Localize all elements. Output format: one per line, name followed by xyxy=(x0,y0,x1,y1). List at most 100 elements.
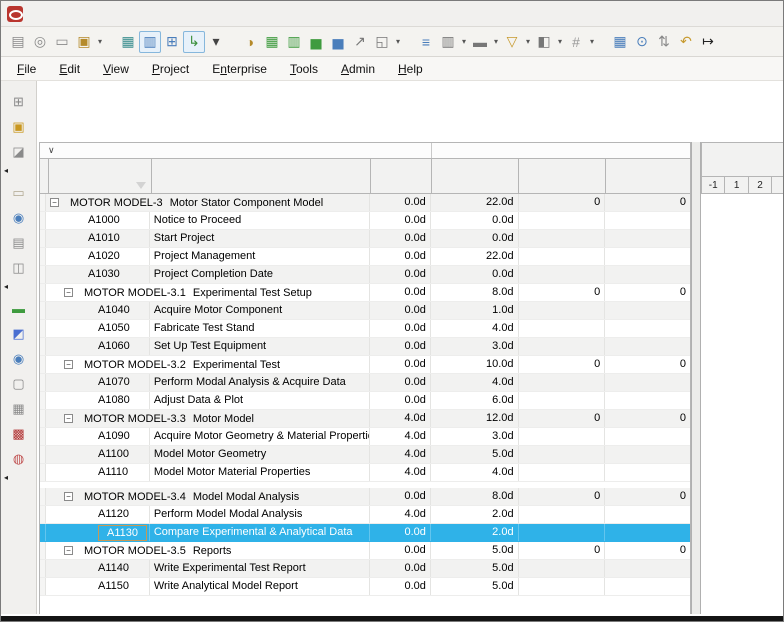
usage-spreadsheet-icon[interactable]: ▥ xyxy=(283,31,305,53)
column-header-udf-finish-day[interactable] xyxy=(606,159,690,193)
activity-table-icon[interactable]: ▦ xyxy=(261,31,283,53)
tracking-view-icon[interactable]: ▦ xyxy=(8,398,30,419)
undo-icon[interactable]: ↶ xyxy=(675,31,697,53)
collapse-arrow-icon[interactable]: ◂ xyxy=(4,282,8,294)
dropdown-caret-icon[interactable]: ▾ xyxy=(459,37,469,46)
menu-admin[interactable]: Admin xyxy=(341,62,375,76)
activity-row[interactable]: A1090Acquire Motor Geometry & Material P… xyxy=(40,428,690,446)
filters-icon[interactable]: ▽ xyxy=(501,31,523,53)
activity-network-view-icon[interactable]: ⊞ xyxy=(161,31,183,53)
dropdown-caret-icon[interactable]: ▾ xyxy=(95,37,105,46)
activity-name-cell: Model Motor Geometry xyxy=(150,446,370,463)
activity-row[interactable]: A1010Start Project0.0d0.0d xyxy=(40,230,690,248)
layout-options-bar[interactable]: ∨ xyxy=(39,142,691,159)
notebook-icon[interactable]: ▤ xyxy=(8,232,30,253)
menu-project[interactable]: Project xyxy=(152,62,189,76)
activity-row[interactable]: A1150Write Analytical Model Report0.0d5.… xyxy=(40,578,690,596)
wbs-row[interactable]: −MOTOR MODEL-3Motor Stator Component Mod… xyxy=(40,194,690,212)
dropdown-caret-icon[interactable]: ▾ xyxy=(555,37,565,46)
resources-view-icon[interactable]: ◉ xyxy=(8,348,30,369)
collapse-box-icon[interactable]: − xyxy=(64,546,73,555)
activities-view-icon[interactable]: ▬ xyxy=(8,298,30,319)
collapse-arrow-icon[interactable]: ◂ xyxy=(4,473,8,485)
page-setup-icon[interactable]: ▭ xyxy=(51,31,73,53)
menu-tools[interactable]: Tools xyxy=(290,62,318,76)
wbs-row[interactable]: −MOTOR MODEL-3.4Model Modal Analysis0.0d… xyxy=(40,488,690,506)
page-edit-icon[interactable]: ◪ xyxy=(8,141,30,162)
column-header-total-float[interactable] xyxy=(371,159,432,193)
progress-spotlight-icon[interactable]: ◑ xyxy=(239,31,261,53)
collapse-box-icon[interactable]: − xyxy=(50,198,59,207)
reports-view-icon[interactable]: ▢ xyxy=(8,373,30,394)
menu-help[interactable]: Help xyxy=(398,62,423,76)
menu-enterprise[interactable]: Enterprise xyxy=(212,62,267,76)
activity-row[interactable]: A1100Model Motor Geometry4.0d5.0d xyxy=(40,446,690,464)
view-options-icon[interactable]: ▾ xyxy=(205,31,227,53)
level-resources-icon[interactable]: ⇅ xyxy=(653,31,675,53)
gantt-view-icon[interactable]: ▥ xyxy=(139,31,161,53)
progress-line-icon[interactable]: ↦ xyxy=(697,31,719,53)
activity-row[interactable]: A1110Model Motor Material Properties4.0d… xyxy=(40,464,690,482)
activity-row[interactable]: A1070Perform Modal Analysis & Acquire Da… xyxy=(40,374,690,392)
wbs-row[interactable]: −MOTOR MODEL-3.5Reports0.0d5.0d00 xyxy=(40,542,690,560)
collapse-box-icon[interactable]: − xyxy=(64,288,73,297)
collapse-box-icon[interactable]: − xyxy=(64,414,73,423)
resource-icon[interactable]: ◉ xyxy=(8,207,30,228)
print-icon[interactable]: ▤ xyxy=(7,31,29,53)
send-view-icon[interactable]: ↗ xyxy=(349,31,371,53)
activity-row[interactable]: A1050Fabricate Test Stand0.0d4.0d xyxy=(40,320,690,338)
collapse-box-icon[interactable]: − xyxy=(64,492,73,501)
group-and-sort-icon[interactable]: ≡ xyxy=(415,31,437,53)
dropdown-caret-icon[interactable]: ▾ xyxy=(393,37,403,46)
column-header-activity-name[interactable] xyxy=(152,159,371,193)
activity-row[interactable]: A1000Notice to Proceed0.0d0.0d xyxy=(40,212,690,230)
layouts-icon[interactable]: ◧ xyxy=(533,31,555,53)
menu-edit[interactable]: Edit xyxy=(59,62,80,76)
schedule-icon[interactable]: ⊙ xyxy=(631,31,653,53)
activity-row[interactable]: A1030Project Completion Date0.0d0.0d xyxy=(40,266,690,284)
risks-view-icon[interactable]: ◍ xyxy=(8,448,30,469)
wbs-view-icon[interactable]: ◩ xyxy=(8,323,30,344)
column-header-udf-start-day[interactable] xyxy=(519,159,605,193)
menu-file[interactable]: File xyxy=(17,62,36,76)
table-gantt-splitter[interactable] xyxy=(691,142,701,614)
trace-logic-view-icon[interactable]: ↳ xyxy=(183,31,205,53)
chart-icon[interactable]: ◫ xyxy=(8,257,30,278)
open-layout-icon[interactable]: ▣ xyxy=(8,116,30,137)
menu-view[interactable]: View xyxy=(103,62,129,76)
activity-id-focus-box[interactable]: A1130 xyxy=(98,525,147,541)
dropdown-caret-icon[interactable]: ▾ xyxy=(491,37,501,46)
activity-usage-profile-icon[interactable]: ▅ xyxy=(305,31,327,53)
collapse-box-icon[interactable]: − xyxy=(64,360,73,369)
print-preview-icon[interactable]: ◎ xyxy=(29,31,51,53)
resource-assignments-icon[interactable]: ▦ xyxy=(609,31,631,53)
gantt-timescale[interactable]: -112 xyxy=(701,177,784,194)
folder-icon[interactable]: ▭ xyxy=(8,182,30,203)
dropdown-caret-icon[interactable]: ▾ xyxy=(523,37,533,46)
thousands-separator-icon[interactable]: # xyxy=(565,31,587,53)
dropdown-caret-icon[interactable]: ▾ xyxy=(587,37,597,46)
wbs-row[interactable]: −MOTOR MODEL-3.3Motor Model4.0d12.0d00 xyxy=(40,410,690,428)
column-header-activity-id[interactable] xyxy=(49,159,152,193)
publish-icon[interactable]: ▣ xyxy=(73,31,95,53)
wbs-row[interactable]: −MOTOR MODEL-3.1Experimental Test Setup0… xyxy=(40,284,690,302)
filter-selector[interactable] xyxy=(432,143,690,158)
layout-selector[interactable]: ∨ xyxy=(40,143,432,158)
wbs-row[interactable]: −MOTOR MODEL-3.2Experimental Test0.0d10.… xyxy=(40,356,690,374)
activity-row[interactable]: A1040Acquire Motor Component0.0d1.0d xyxy=(40,302,690,320)
activity-row[interactable]: A1140Write Experimental Test Report0.0d5… xyxy=(40,560,690,578)
resource-usage-profile-icon[interactable]: ▅ xyxy=(327,31,349,53)
new-activity-icon[interactable]: ⊞ xyxy=(8,91,30,112)
timescale-icon[interactable]: ◱ xyxy=(371,31,393,53)
columns-icon[interactable]: ▥ xyxy=(437,31,459,53)
collapse-arrow-icon[interactable]: ◂ xyxy=(4,166,8,178)
activity-row[interactable]: A1120Perform Model Modal Analysis4.0d2.0… xyxy=(40,506,690,524)
bars-icon[interactable]: ▬ xyxy=(469,31,491,53)
column-header-original-duration[interactable] xyxy=(432,159,519,193)
activity-row[interactable]: A1020Project Management0.0d22.0d xyxy=(40,248,690,266)
activity-row[interactable]: A1060Set Up Test Equipment0.0d3.0d xyxy=(40,338,690,356)
activity-row[interactable]: A1130Compare Experimental & Analytical D… xyxy=(40,524,690,542)
project-issues-icon[interactable]: ▩ xyxy=(8,423,30,444)
activity-row[interactable]: A1080Adjust Data & Plot0.0d6.0d xyxy=(40,392,690,410)
table-view-icon[interactable]: ▦ xyxy=(117,31,139,53)
